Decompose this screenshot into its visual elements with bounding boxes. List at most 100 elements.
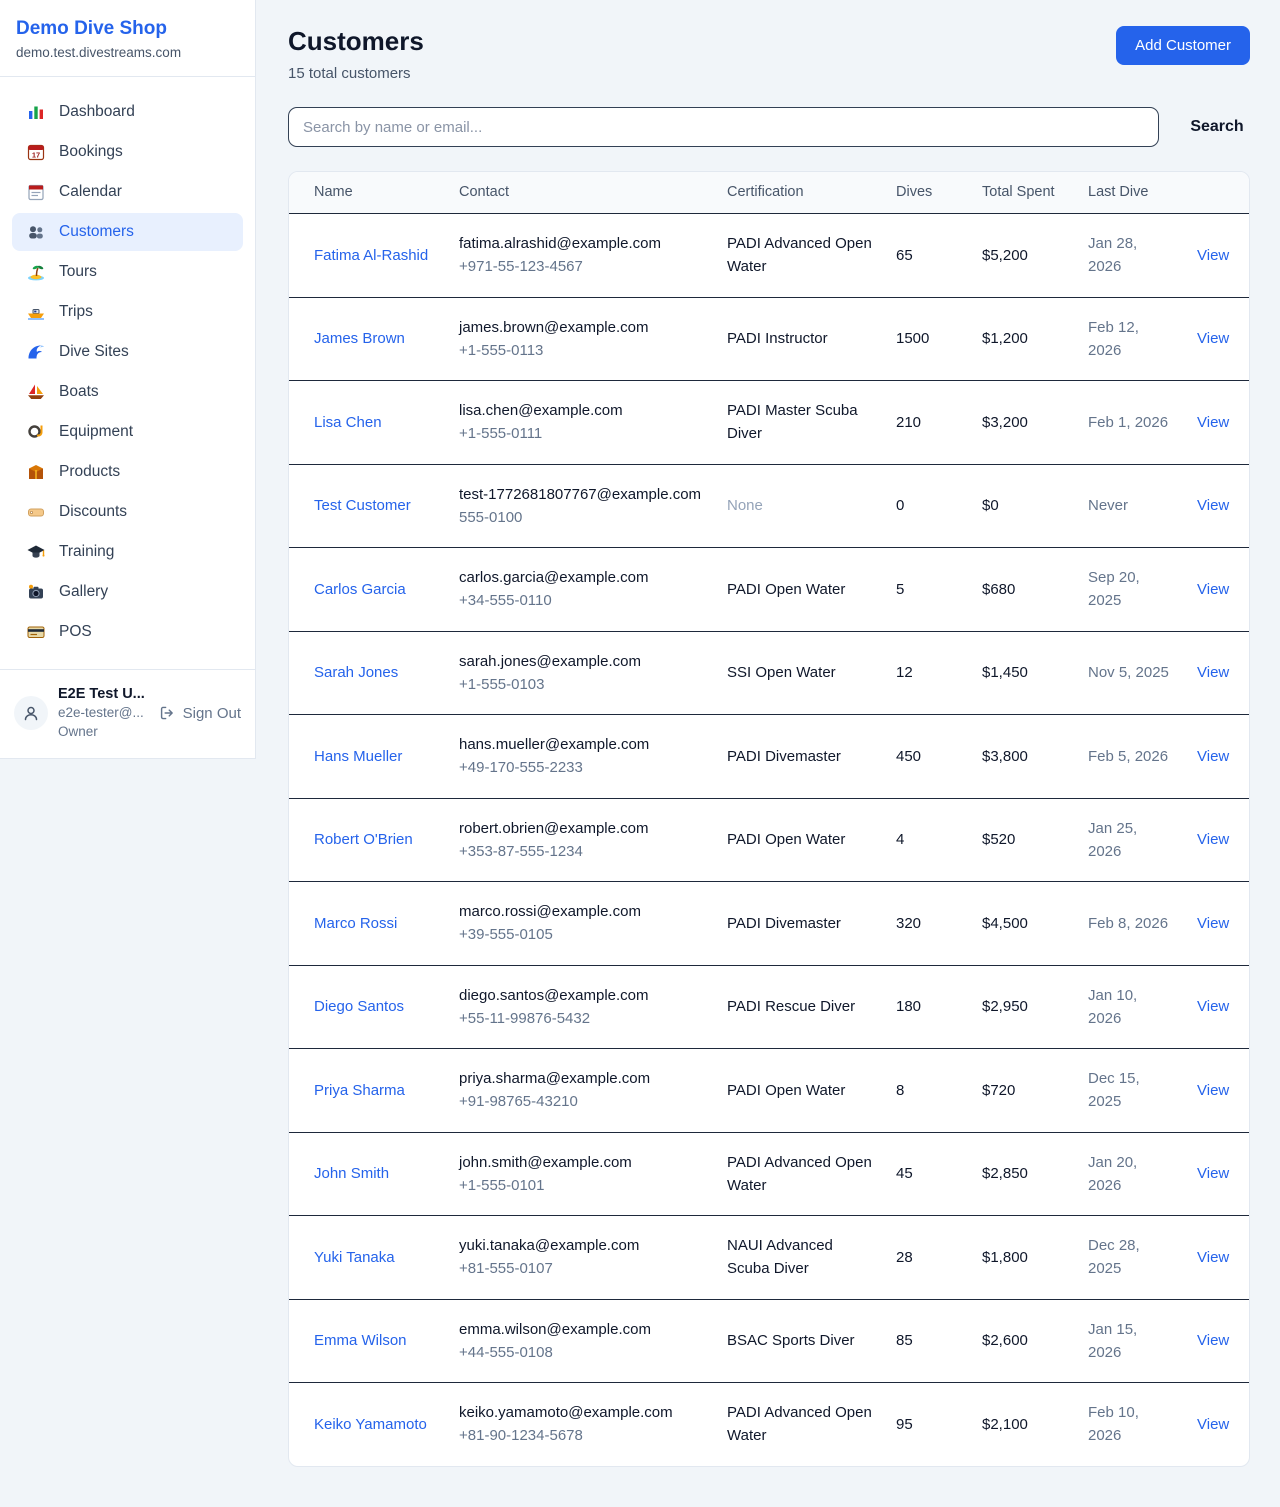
search-button[interactable]: Search <box>1184 118 1250 136</box>
customer-last-dive: Dec 28, 2025 <box>1088 1237 1140 1277</box>
view-link[interactable]: View <box>1197 748 1229 765</box>
customer-name-link[interactable]: Priya Sharma <box>314 1079 405 1102</box>
sidebar-item-label: Discounts <box>59 503 127 521</box>
customer-phone: +1-555-0103 <box>459 673 703 696</box>
sidebar-item-gallery[interactable]: Gallery <box>12 573 243 611</box>
col-header-actions <box>1183 172 1250 214</box>
customers-table: Name Contact Certification Dives Total S… <box>289 172 1250 1466</box>
table-row: Yuki Tanaka yuki.tanaka@example.com +81-… <box>289 1216 1250 1300</box>
view-link[interactable]: View <box>1197 247 1229 264</box>
customer-last-dive: Jan 10, 2026 <box>1088 987 1137 1027</box>
view-link[interactable]: View <box>1197 998 1229 1015</box>
customer-total-spent: $3,200 <box>982 414 1028 431</box>
customer-name-link[interactable]: Carlos Garcia <box>314 578 406 601</box>
sidebar-item-calendar[interactable]: Calendar <box>12 173 243 211</box>
sidebar-item-training[interactable]: Training <box>12 533 243 571</box>
customer-certification: PADI Divemaster <box>727 915 841 932</box>
customer-name-link[interactable]: Hans Mueller <box>314 745 402 768</box>
sidebar-item-label: Products <box>59 463 120 481</box>
customer-certification: PADI Advanced Open Water <box>727 235 872 275</box>
user-panel: E2E Test U... e2e-tester@... Owner Sign … <box>0 669 255 758</box>
view-link[interactable]: View <box>1197 497 1229 514</box>
user-name: E2E Test U... <box>58 684 148 704</box>
customer-name-link[interactable]: Sarah Jones <box>314 661 398 684</box>
table-row: John Smith john.smith@example.com +1-555… <box>289 1132 1250 1216</box>
customer-name-link[interactable]: Keiko Yamamoto <box>314 1413 427 1436</box>
sidebar-item-label: Boats <box>59 383 99 401</box>
customer-name-link[interactable]: Test Customer <box>314 494 411 517</box>
customer-name-link[interactable]: John Smith <box>314 1162 389 1185</box>
sidebar-item-dive-sites[interactable]: Dive Sites <box>12 333 243 371</box>
customer-last-dive: Jan 20, 2026 <box>1088 1154 1137 1194</box>
sidebar-item-products[interactable]: Products <box>12 453 243 491</box>
view-link[interactable]: View <box>1197 581 1229 598</box>
sidebar-item-customers[interactable]: Customers <box>12 213 243 251</box>
customer-certification: PADI Open Water <box>727 831 845 848</box>
sidebar-item-pos[interactable]: POS <box>12 613 243 651</box>
view-link[interactable]: View <box>1197 1416 1229 1433</box>
gallery-icon <box>26 582 46 602</box>
view-link[interactable]: View <box>1197 1082 1229 1099</box>
customer-last-dive: Feb 5, 2026 <box>1088 748 1168 765</box>
customer-email: robert.obrien@example.com <box>459 817 703 840</box>
sidebar-item-label: Equipment <box>59 423 133 441</box>
customer-name-link[interactable]: Emma Wilson <box>314 1329 407 1352</box>
brand: Demo Dive Shop demo.test.divestreams.com <box>0 0 255 77</box>
table-row: Keiko Yamamoto keiko.yamamoto@example.co… <box>289 1383 1250 1466</box>
customer-name-link[interactable]: James Brown <box>314 327 405 350</box>
customer-total-spent: $1,200 <box>982 330 1028 347</box>
customer-name-link[interactable]: Fatima Al-Rashid <box>314 244 428 267</box>
sidebar-item-boats[interactable]: Boats <box>12 373 243 411</box>
sidebar: Demo Dive Shop demo.test.divestreams.com… <box>0 0 256 759</box>
view-link[interactable]: View <box>1197 664 1229 681</box>
sidebar-item-discounts[interactable]: Discounts <box>12 493 243 531</box>
add-customer-button[interactable]: Add Customer <box>1116 26 1250 65</box>
customer-name-link[interactable]: Diego Santos <box>314 995 404 1018</box>
customer-name-link[interactable]: Yuki Tanaka <box>314 1246 395 1269</box>
customer-certification: PADI Divemaster <box>727 748 841 765</box>
customer-phone: 555-0100 <box>459 506 703 529</box>
customer-total-spent: $1,450 <box>982 664 1028 681</box>
view-link[interactable]: View <box>1197 1165 1229 1182</box>
sign-out-button[interactable]: Sign Out <box>158 704 241 722</box>
customer-dives: 85 <box>896 1332 913 1349</box>
brand-domain: demo.test.divestreams.com <box>16 45 239 60</box>
sidebar-item-trips[interactable]: Trips <box>12 293 243 331</box>
view-link[interactable]: View <box>1197 414 1229 431</box>
app: Demo Dive Shop demo.test.divestreams.com… <box>0 0 1280 1507</box>
customer-phone: +39-555-0105 <box>459 923 703 946</box>
sidebar-item-bookings[interactable]: Bookings <box>12 133 243 171</box>
customer-name-link[interactable]: Marco Rossi <box>314 912 397 935</box>
col-header-certification: Certification <box>715 172 884 214</box>
table-row: Marco Rossi marco.rossi@example.com +39-… <box>289 882 1250 966</box>
customer-phone: +49-170-555-2233 <box>459 756 703 779</box>
sidebar-item-equipment[interactable]: Equipment <box>12 413 243 451</box>
customer-last-dive: Dec 15, 2025 <box>1088 1070 1140 1110</box>
page-title: Customers <box>288 26 424 57</box>
sidebar-item-label: Bookings <box>59 143 123 161</box>
customer-last-dive: Feb 1, 2026 <box>1088 414 1168 431</box>
col-header-last-dive: Last Dive <box>1076 172 1183 214</box>
view-link[interactable]: View <box>1197 330 1229 347</box>
view-link[interactable]: View <box>1197 1249 1229 1266</box>
customer-total-spent: $720 <box>982 1082 1015 1099</box>
sidebar-item-tours[interactable]: Tours <box>12 253 243 291</box>
customer-phone: +81-555-0107 <box>459 1257 703 1280</box>
view-link[interactable]: View <box>1197 915 1229 932</box>
dive-sites-icon <box>26 342 46 362</box>
table-row: Hans Mueller hans.mueller@example.com +4… <box>289 715 1250 799</box>
customer-dives: 28 <box>896 1249 913 1266</box>
view-link[interactable]: View <box>1197 831 1229 848</box>
customer-last-dive: Feb 10, 2026 <box>1088 1404 1139 1444</box>
sidebar-item-dashboard[interactable]: Dashboard <box>12 93 243 131</box>
customer-name-link[interactable]: Lisa Chen <box>314 411 382 434</box>
customer-email: test-1772681807767@example.com <box>459 483 703 506</box>
customer-name-link[interactable]: Robert O'Brien <box>314 828 413 851</box>
calendar-icon <box>26 182 46 202</box>
search-input[interactable] <box>288 107 1159 147</box>
view-link[interactable]: View <box>1197 1332 1229 1349</box>
main-content: Customers 15 total customers Add Custome… <box>256 0 1280 1507</box>
customer-total-spent: $3,800 <box>982 748 1028 765</box>
customer-phone: +971-55-123-4567 <box>459 255 703 278</box>
table-row: Diego Santos diego.santos@example.com +5… <box>289 965 1250 1049</box>
